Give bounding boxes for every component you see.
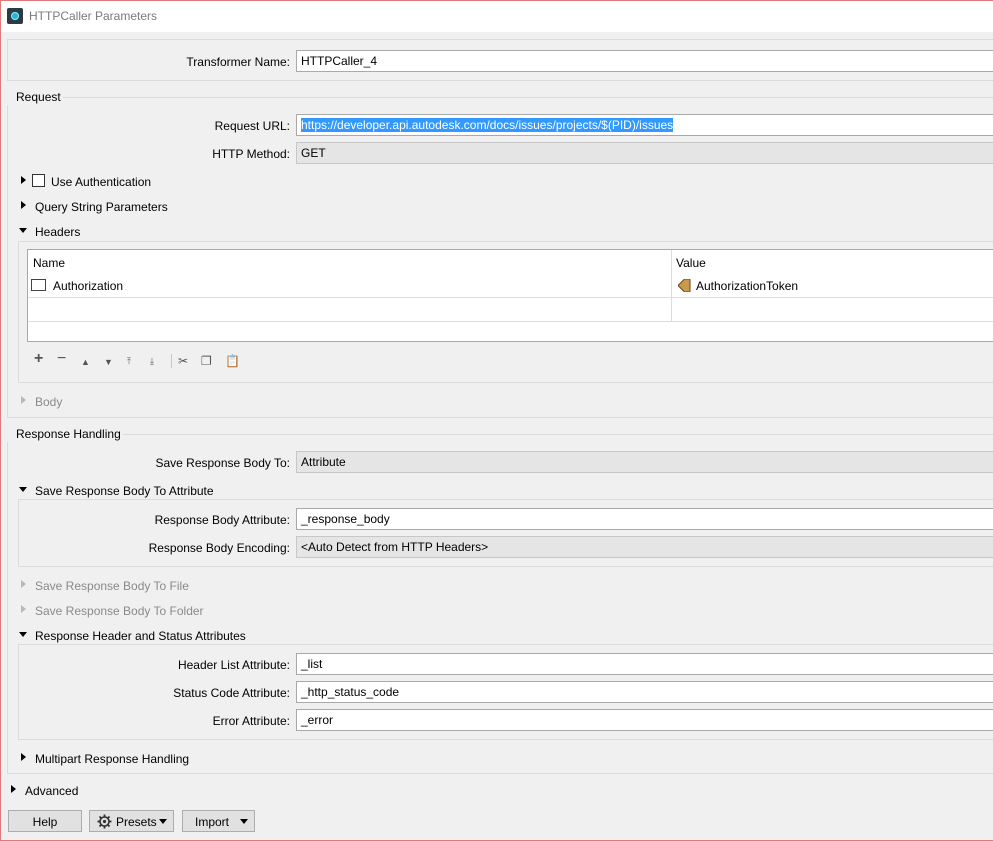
import-label: Import [195,815,230,829]
advanced-section[interactable]: Advanced [25,784,78,798]
chevron-down-icon [240,819,248,824]
title-bar: HTTPCaller Parameters [1,1,993,32]
presets-button[interactable]: Presets [89,810,174,832]
request-group [7,105,993,418]
transformer-name-input[interactable]: HTTPCaller_4 [296,50,993,72]
chevron-down-icon [159,819,167,824]
response-divider [123,434,993,435]
response-section-title: Response Handling [16,427,121,441]
request-section-title: Request [16,90,61,104]
httpcaller-app-icon [7,8,23,24]
help-button[interactable]: Help [8,810,82,832]
request-divider [63,97,993,98]
expand-advanced-icon[interactable] [11,785,16,793]
transformer-name-label: Transformer Name: [186,55,290,69]
import-button[interactable]: Import [182,810,255,832]
presets-label: Presets [116,815,157,829]
gear-icon [97,814,112,829]
dialog-window: HTTPCaller Parameters Transformer Name: … [0,0,993,841]
window-title: HTTPCaller Parameters [29,9,158,23]
response-group [7,442,993,774]
